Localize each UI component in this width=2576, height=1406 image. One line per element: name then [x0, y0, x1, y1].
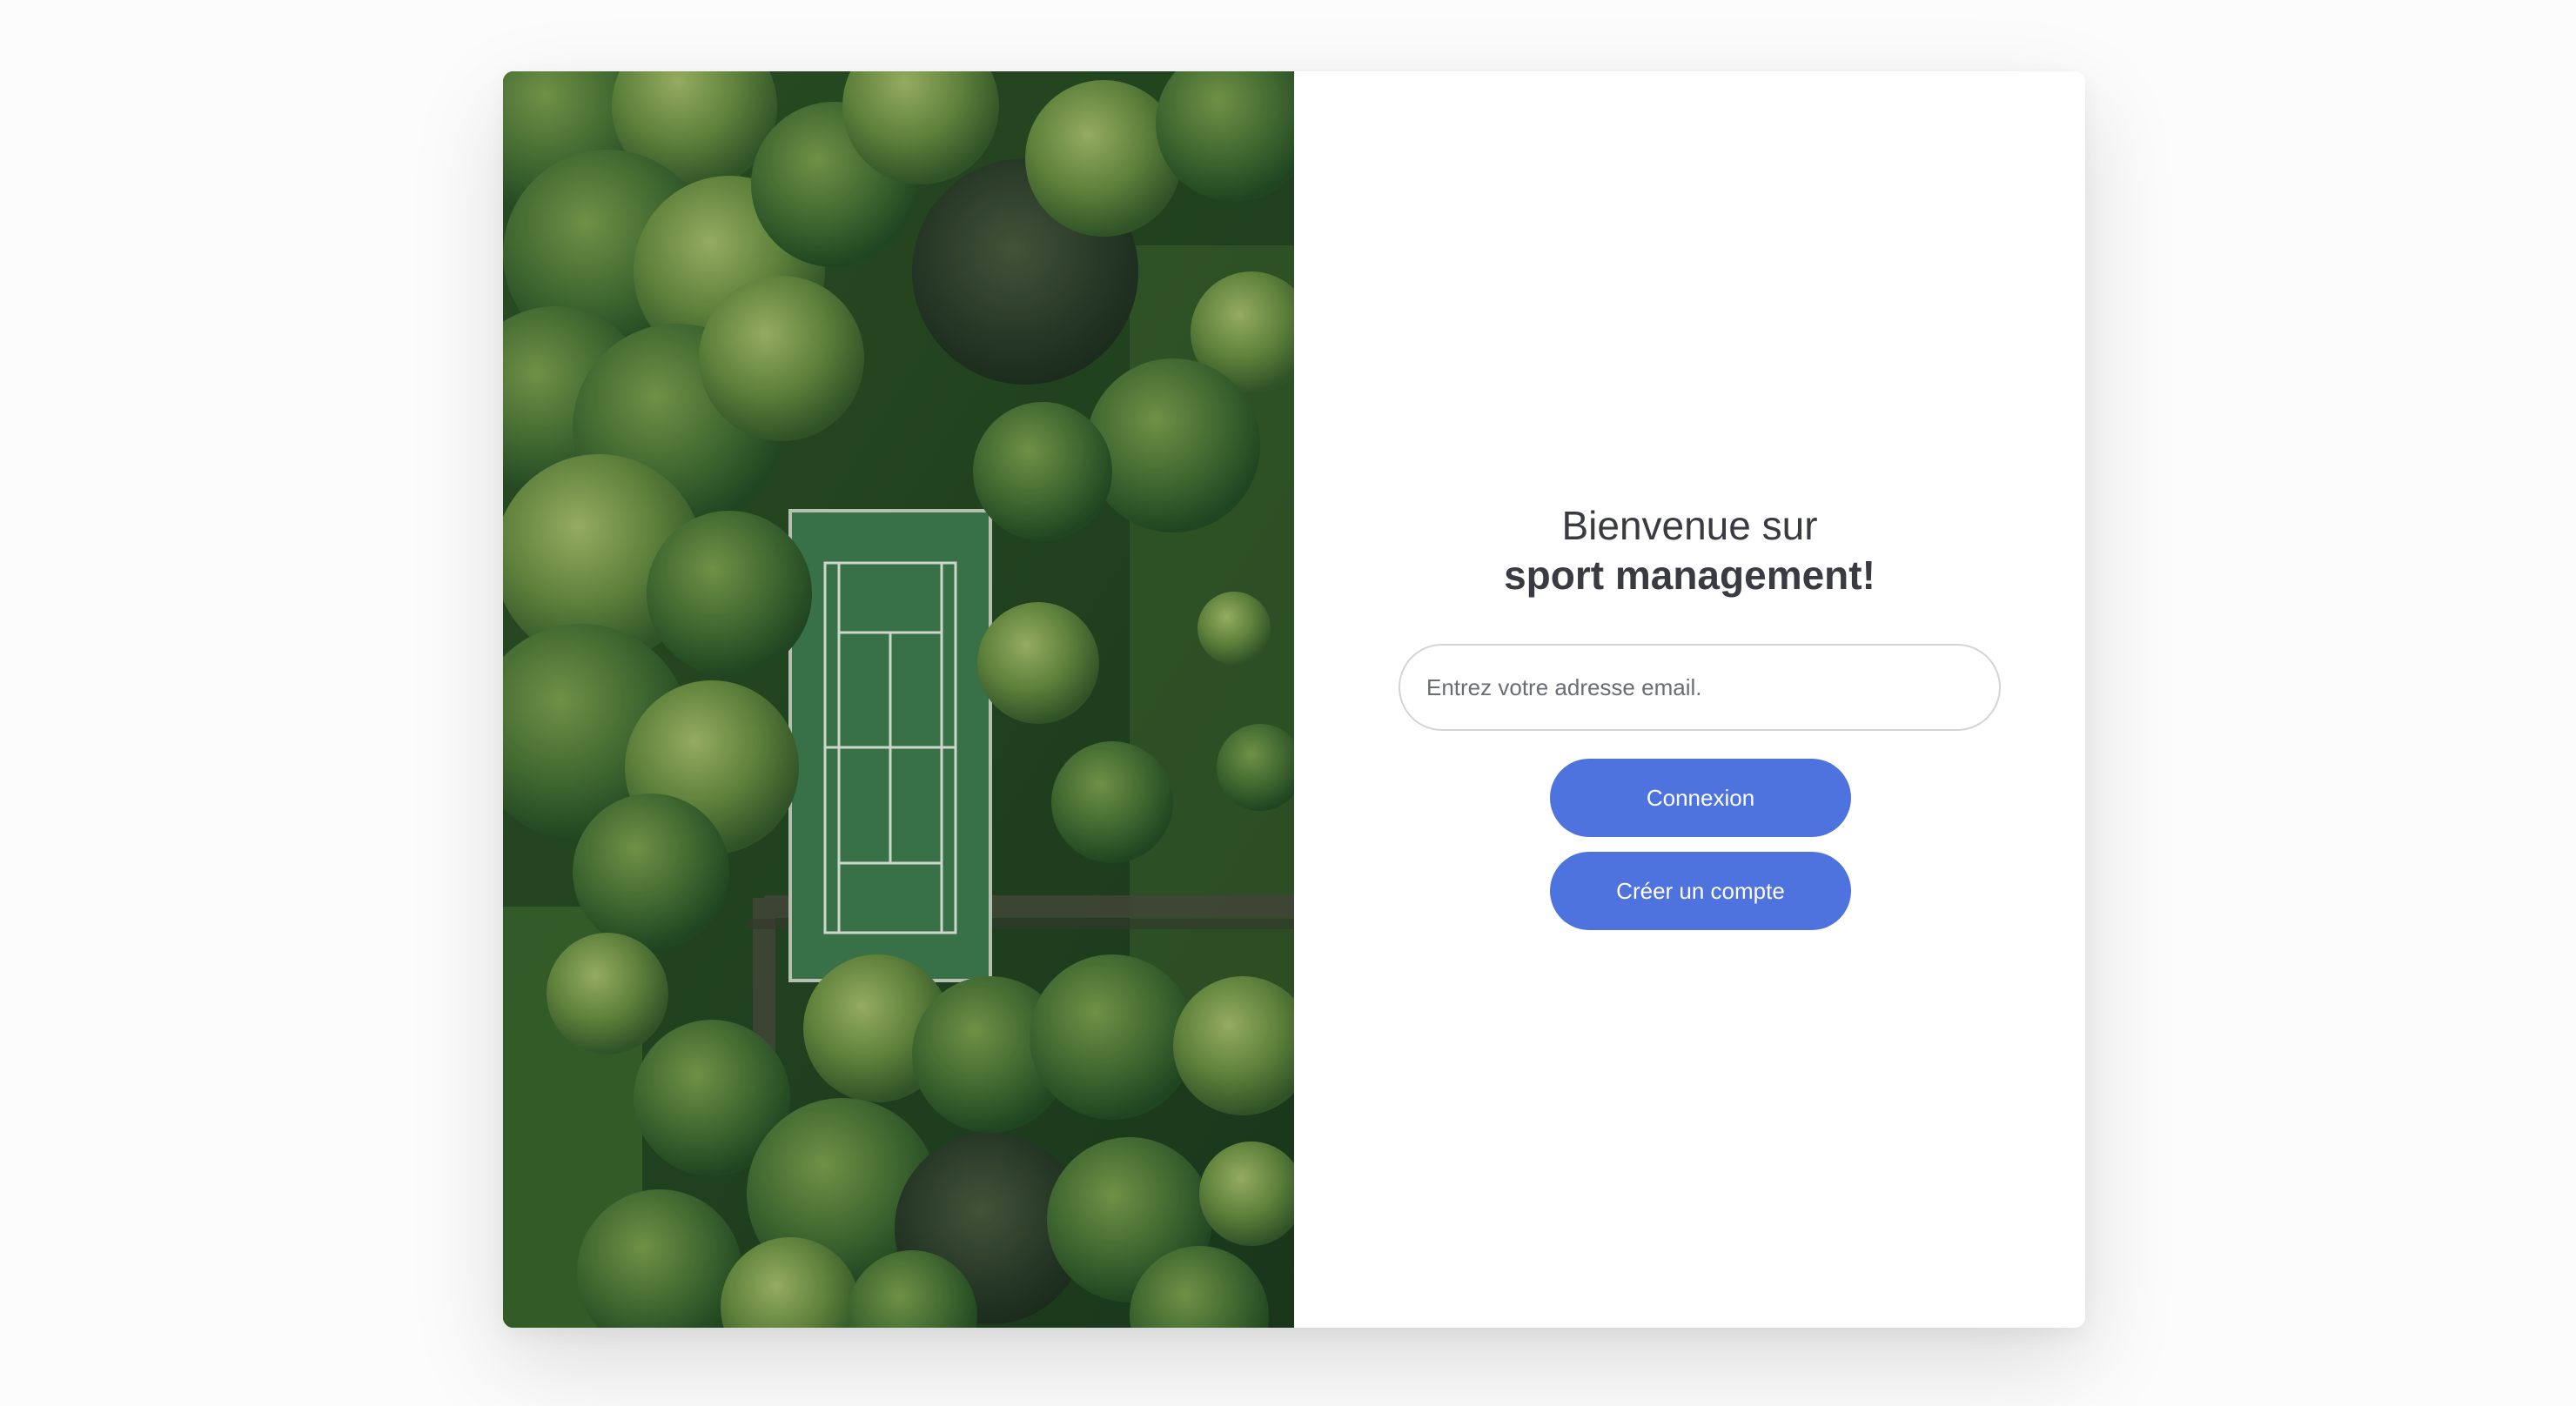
page: Bienvenue sur sport management! Connexio…	[0, 0, 2576, 1406]
welcome-brand-line: sport management!	[1294, 551, 2085, 600]
email-field[interactable]	[1399, 644, 2001, 731]
login-card: Bienvenue sur sport management! Connexio…	[503, 71, 2085, 1328]
login-button[interactable]: Connexion	[1550, 759, 1851, 837]
create-account-button[interactable]: Créer un compte	[1550, 852, 1851, 930]
welcome-heading: Bienvenue sur sport management!	[1294, 501, 2085, 600]
brand-name: sport management	[1504, 552, 1862, 598]
login-form-panel: Bienvenue sur sport management! Connexio…	[1294, 71, 2085, 1328]
hero-image	[503, 71, 1294, 1328]
welcome-line: Bienvenue sur	[1561, 503, 1818, 548]
welcome-punctuation: !	[1862, 552, 1875, 598]
